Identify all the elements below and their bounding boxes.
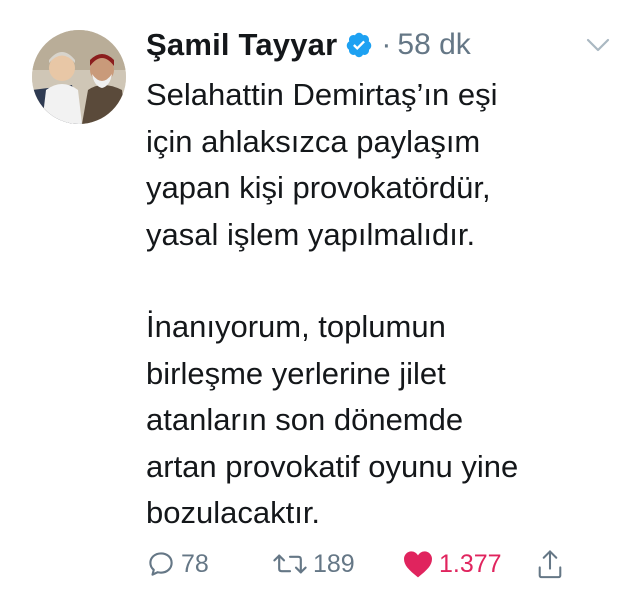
retweet-button[interactable]: 189 (272, 546, 355, 582)
tweet-line: yapan kişi provokatördür, (146, 170, 491, 205)
verified-badge-icon (345, 31, 373, 59)
share-icon (536, 548, 564, 580)
reply-count: 78 (181, 549, 209, 578)
tweet-line: Selahattin Demirtaş’ın eşi (146, 77, 498, 112)
retweet-count: 189 (313, 549, 355, 578)
avatar[interactable] (32, 30, 126, 124)
like-button[interactable]: 1.377 (402, 546, 502, 582)
share-button[interactable] (536, 546, 564, 582)
retweet-icon (272, 549, 308, 579)
like-count: 1.377 (439, 549, 502, 578)
tweet-line: İnanıyorum, toplumun (146, 309, 446, 344)
tweet-paragraph: Selahattin Demirtaş’ın eşi için ahlaksız… (146, 72, 626, 258)
tweet-header: Şamil Tayyar · 58 dk (146, 22, 471, 68)
tweet-line: için ahlaksızca paylaşım (146, 123, 481, 159)
tweet-text: Selahattin Demirtaş’ın eşi için ahlaksız… (146, 72, 626, 537)
tweet-card[interactable]: Şamil Tayyar · 58 dk Selahattin Demirtaş… (0, 0, 640, 592)
tweet-paragraph: İnanıyorum, toplumun birleşme yerlerine … (146, 304, 626, 537)
author-name[interactable]: Şamil Tayyar (146, 27, 337, 63)
heart-icon (402, 549, 434, 579)
tweet-line: birleşme yerlerine jilet (146, 355, 446, 391)
tweet-actions: 78 189 1.377 (146, 546, 626, 582)
separator-dot: · (381, 28, 392, 61)
timestamp[interactable]: 58 dk (397, 28, 470, 62)
chevron-down-icon[interactable] (586, 38, 610, 52)
reply-icon (146, 549, 176, 579)
tweet-line: yasal işlem yapılmalıdır. (146, 216, 476, 252)
tweet-line: bozulacaktır. (146, 495, 321, 530)
tweet-line: atanların son dönemde (146, 402, 464, 437)
reply-button[interactable]: 78 (146, 546, 209, 582)
tweet-line: artan provokatif oyunu yine (146, 448, 519, 484)
